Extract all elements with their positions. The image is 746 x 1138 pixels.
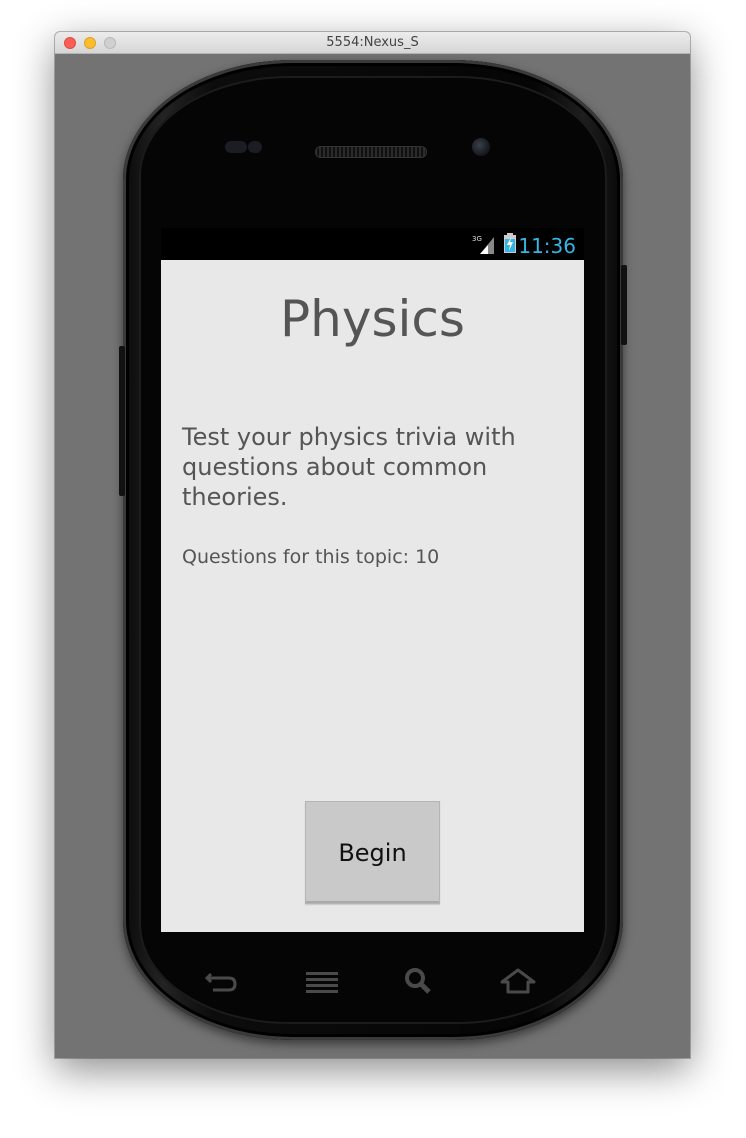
search-icon[interactable] [401, 966, 437, 996]
back-icon[interactable] [203, 966, 239, 996]
volume-button [119, 346, 125, 496]
svg-text:3G: 3G [472, 235, 482, 243]
proximity-sensor [225, 141, 247, 153]
emulator-window: 5554:Nexus_S 3G 11:36 Physics Test your … [55, 32, 690, 1058]
status-clock: 11:36 [518, 234, 576, 258]
title-bar[interactable]: 5554:Nexus_S [55, 32, 690, 54]
question-count-label: Questions for this topic: 10 [182, 546, 440, 568]
front-camera [472, 138, 490, 156]
earpiece-speaker [315, 146, 427, 158]
app-screen: Physics Test your physics trivia with qu… [161, 260, 584, 932]
power-button [621, 265, 627, 345]
topic-title: Physics [280, 290, 465, 348]
home-icon[interactable] [500, 966, 536, 996]
light-sensor [248, 141, 262, 153]
menu-icon[interactable] [304, 966, 340, 996]
window-title: 5554:Nexus_S [326, 35, 419, 50]
topic-description: Test your physics trivia with questions … [182, 423, 516, 511]
signal-3g-icon: 3G [472, 235, 494, 254]
begin-button[interactable]: Begin [305, 801, 440, 904]
battery-charging-icon [504, 233, 516, 253]
status-bar: 3G 11:36 [161, 228, 584, 260]
